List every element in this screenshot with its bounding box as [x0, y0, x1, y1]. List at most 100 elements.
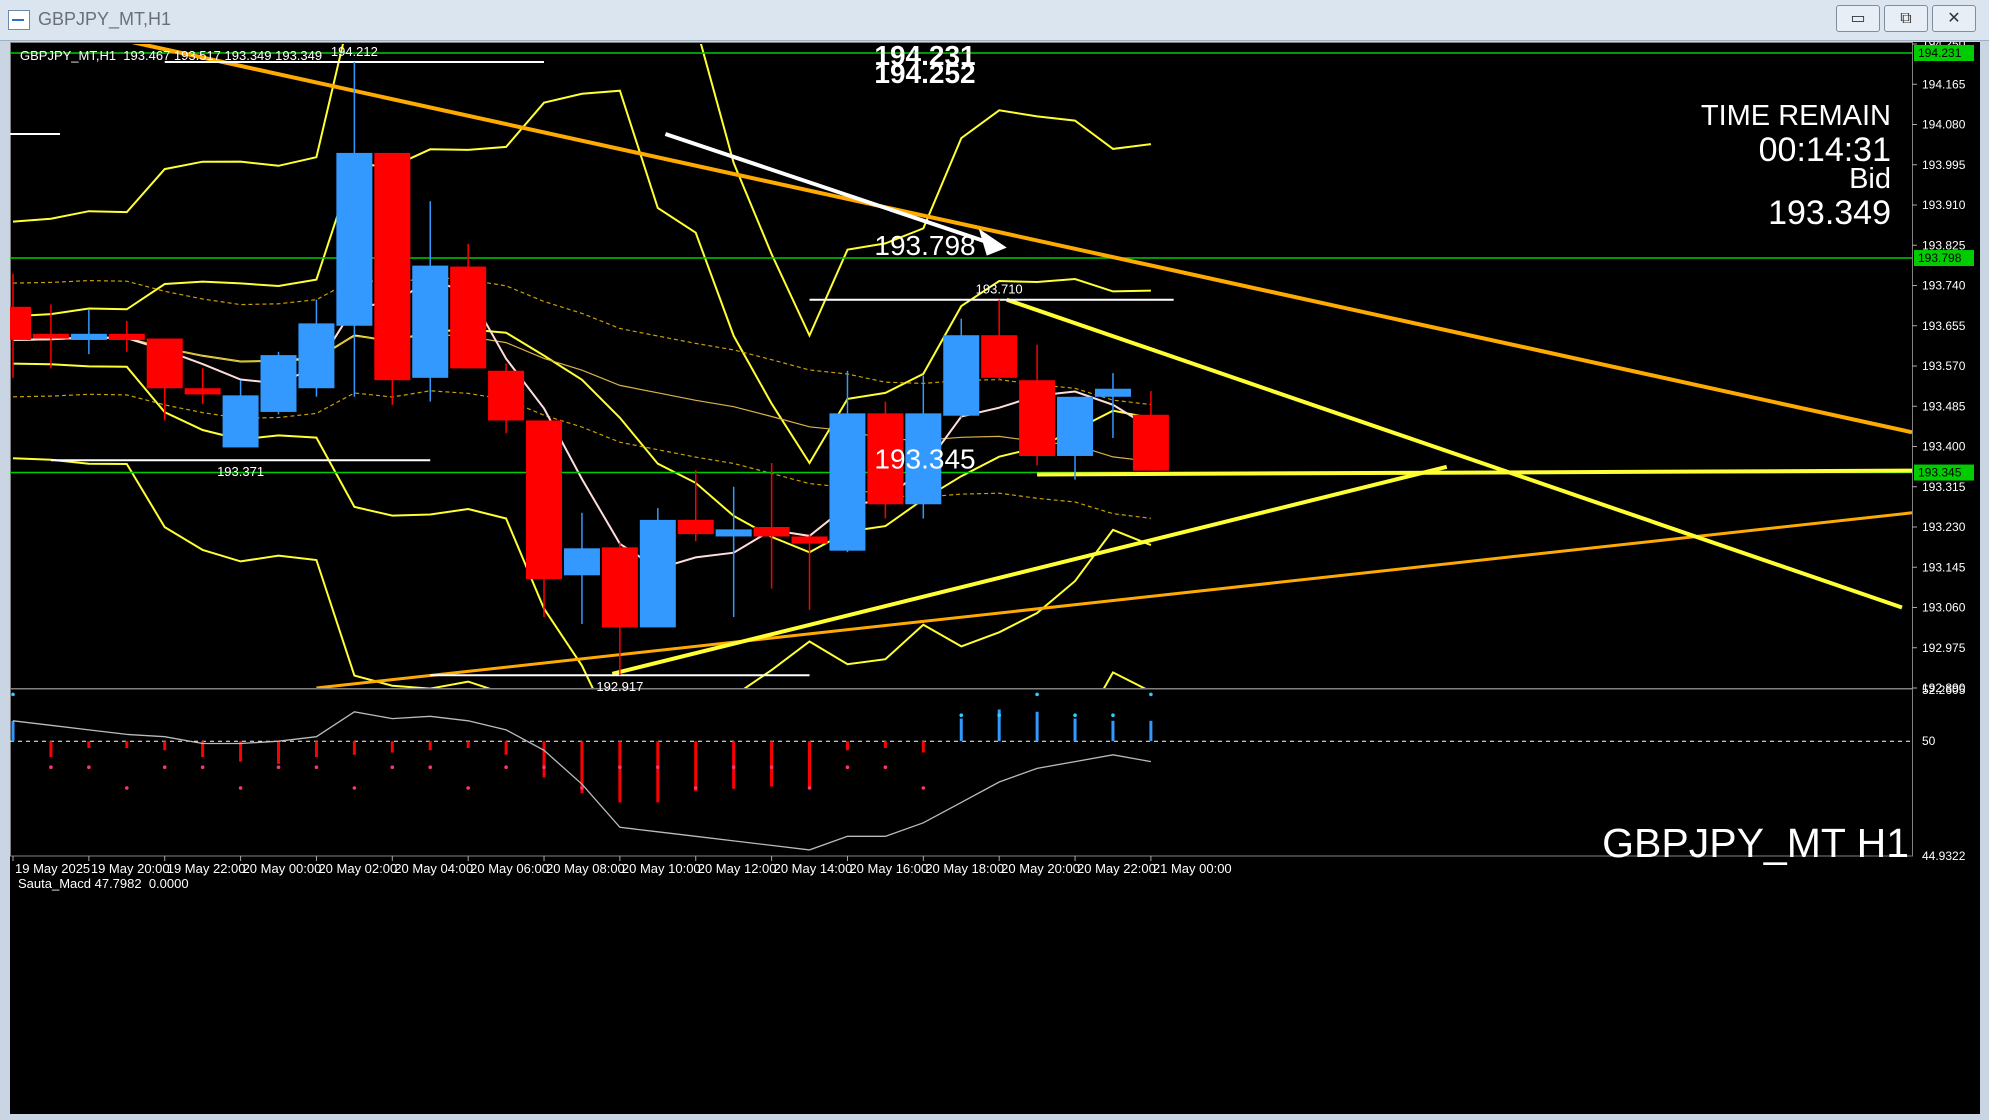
x-tick-label: 20 May 04:00	[394, 861, 473, 876]
macd-y-tick-label: 50	[1922, 734, 1936, 748]
x-tick-label: 20 May 22:00	[1077, 861, 1156, 876]
bear-candle	[791, 536, 828, 544]
bull-candle	[260, 355, 297, 412]
level-label-193798: 193.798	[874, 230, 975, 261]
x-tick-label: 20 May 12:00	[698, 861, 777, 876]
price-y-tick-label: 193.570	[1922, 359, 1966, 373]
macd-dot	[87, 765, 91, 770]
price-y-tick-label: 193.315	[1922, 480, 1966, 494]
minimize-icon: ▭	[1850, 8, 1866, 27]
bull-candle	[715, 529, 752, 537]
bull-candle	[222, 395, 259, 448]
bull-candle	[1057, 396, 1094, 456]
x-tick-label: 19 May 20:00	[91, 861, 170, 876]
macd-dot	[1149, 692, 1153, 697]
bull-candle	[298, 323, 335, 389]
bid-label: Bid	[1849, 163, 1891, 195]
close-button[interactable]: ✕	[1932, 5, 1976, 32]
restore-button[interactable]: ⧉	[1884, 5, 1928, 32]
slow-ma	[12, 333, 1151, 462]
x-tick-label: 19 May 22:00	[167, 861, 246, 876]
support-line	[1037, 468, 1912, 477]
axis-price-tag-label: 194.231	[1918, 46, 1962, 60]
swing-label: 193.710	[976, 282, 1023, 297]
close-icon: ✕	[1947, 8, 1961, 27]
macd-dot	[352, 786, 357, 790]
swing-label: 193.371	[217, 464, 264, 479]
price-y-tick-label: 192.975	[1922, 641, 1966, 655]
x-tick-label: 19 May 2025	[15, 861, 90, 876]
bid-value: 193.349	[1768, 194, 1891, 232]
macd-dot	[314, 765, 319, 770]
macd-dot	[656, 765, 660, 770]
bull-candle	[336, 152, 373, 326]
bull-candle	[829, 413, 866, 551]
macd-dot	[959, 713, 964, 718]
bear-candle	[677, 519, 714, 535]
macd-dot	[200, 765, 205, 770]
price-y-tick-label: 193.995	[1922, 158, 1966, 172]
macd-y-tick-label: 44.9322	[1922, 849, 1966, 863]
x-tick-label: 20 May 10:00	[622, 861, 701, 876]
axis-price-tag-label: 193.798	[1918, 251, 1962, 265]
price-y-tick-label: 193.400	[1922, 440, 1966, 454]
bull-candle	[1094, 388, 1131, 397]
bull-candle	[943, 335, 980, 416]
bear-candle	[981, 335, 1018, 378]
bear-candle	[108, 333, 145, 340]
time-remain-label: TIME REMAIN	[1700, 100, 1891, 132]
x-tick-label: 20 May 16:00	[849, 861, 928, 876]
bull-candle	[412, 265, 449, 378]
macd-dot	[580, 786, 584, 790]
chart-app-icon	[8, 10, 30, 30]
x-tick-label: 20 May 18:00	[925, 861, 1004, 876]
bear-candle	[32, 333, 69, 339]
macd-dot	[428, 765, 433, 770]
x-tick-label: 20 May 00:00	[243, 861, 322, 876]
macd-dot	[921, 786, 926, 790]
macd-dot	[276, 765, 281, 770]
bear-candle	[184, 388, 221, 395]
price-y-tick-label: 193.910	[1922, 198, 1966, 212]
symbol-info: GBPJPY_MT,H1 193.467 193.517 193.349 193…	[20, 48, 323, 63]
level-label-193345: 193.345	[874, 444, 975, 475]
price-chart[interactable]: 194.250194.165194.080193.995193.910193.8…	[10, 42, 1980, 1114]
x-tick-label: 20 May 20:00	[1001, 861, 1080, 876]
x-tick-label: 20 May 02:00	[318, 861, 397, 876]
macd-dot	[1073, 713, 1077, 718]
macd-dot	[883, 765, 888, 770]
triangle-lower-line	[611, 464, 1448, 676]
macd-dot	[997, 713, 1001, 718]
x-tick-label: 21 May 00:00	[1153, 861, 1232, 876]
bear-candle	[374, 152, 411, 381]
macd-dot	[693, 786, 698, 790]
price-y-tick-label: 193.145	[1922, 560, 1966, 574]
x-tick-label: 20 May 14:00	[774, 861, 853, 876]
macd-dot	[504, 765, 508, 770]
price-y-tick-label: 194.165	[1922, 77, 1966, 91]
bull-candle	[639, 519, 676, 628]
macd-dot	[1111, 713, 1115, 718]
symbol-watermark: GBPJPY_MT H1	[1602, 820, 1909, 866]
price-y-tick-label: 193.740	[1922, 279, 1966, 293]
macd-dot	[390, 765, 395, 770]
bear-candle	[526, 420, 563, 580]
macd-dot	[1035, 692, 1039, 697]
price-y-tick-label: 193.485	[1922, 399, 1966, 413]
bull-candle	[563, 548, 600, 576]
swing-label: 194.212	[331, 44, 378, 59]
macd-dot	[769, 765, 774, 770]
level-label-194252: 194.252	[874, 58, 975, 89]
macd-dot	[11, 692, 15, 697]
macd-dot	[49, 765, 53, 770]
macd-dot	[542, 765, 546, 770]
macd-dot	[466, 786, 470, 790]
macd-dot	[845, 765, 850, 770]
title-bar: GBPJPY_MT,H1 ▭ ⧉ ✕	[0, 0, 1989, 41]
macd-y-tick-label: 52.2605	[1922, 683, 1966, 697]
minimize-button[interactable]: ▭	[1836, 5, 1880, 32]
bear-candle	[450, 266, 487, 369]
price-y-tick-label: 193.230	[1922, 520, 1966, 534]
restore-icon: ⧉	[1900, 8, 1912, 27]
swing-label: 192.917	[596, 679, 643, 694]
